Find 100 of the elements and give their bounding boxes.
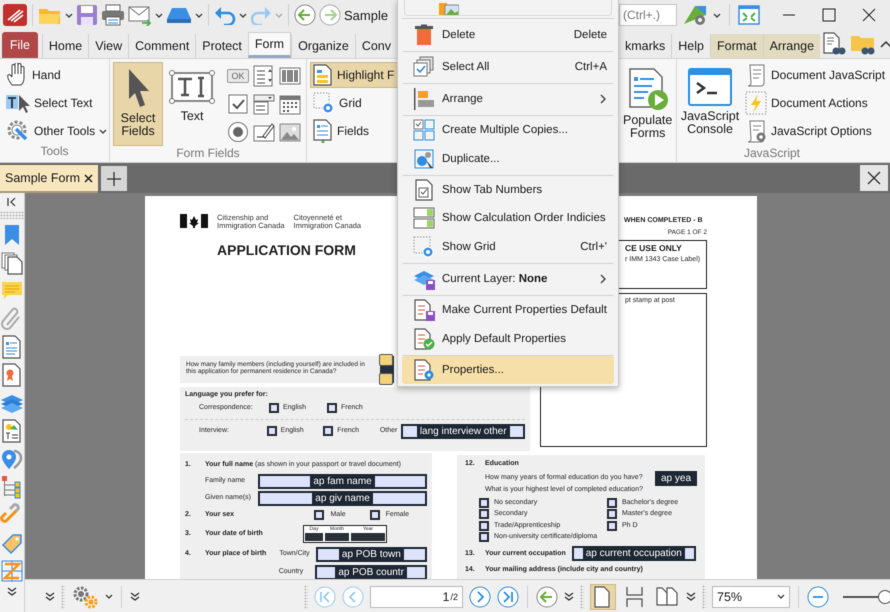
menu-item[interactable]: Show Tab Numbers [402,176,614,204]
email-icon[interactable] [128,4,152,26]
combo-box-icon[interactable] [253,93,275,115]
maximize-icon[interactable] [822,8,836,22]
undo-icon[interactable] [214,5,236,25]
barcode-icon[interactable] [279,65,301,87]
tool-button[interactable]: Text [165,62,219,146]
zoom-out-icon[interactable] [807,586,829,608]
grip-handle[interactable] [0,211,24,219]
close-document-button[interactable] [860,165,888,191]
slider-thumb[interactable] [878,590,890,604]
checkbox[interactable] [479,520,489,531]
back-icon[interactable] [536,586,558,608]
document-search-icon[interactable] [822,32,846,56]
tool-button[interactable]: JavaScript Console [680,62,740,146]
checkbox[interactable] [479,498,489,508]
collapse-panel-icon[interactable] [7,197,17,207]
form-field[interactable]: ap current occupation [572,546,696,562]
ribbon-tab[interactable]: kmarks [619,34,672,58]
menu-item[interactable]: Show Grid Ctrl+' [402,232,614,264]
page-layout-button[interactable] [590,584,616,610]
menu-item[interactable]: Create Multiple Copies... [402,116,614,144]
calendar-icon[interactable] [279,93,301,115]
close-icon[interactable] [862,8,876,22]
more-icon[interactable] [686,592,696,601]
tool-button[interactable]: Document JavaScript [742,62,888,88]
caret-icon[interactable] [105,593,113,600]
menu-item[interactable]: Show Calculation Order Indicies [402,204,614,232]
checkbox[interactable] [266,426,277,436]
form-field[interactable]: ap giv name [258,491,427,506]
ribbon-tab[interactable]: Arrange [762,34,820,58]
tool-button[interactable]: Fields [310,118,400,144]
checkbox[interactable] [607,498,617,508]
checkbox[interactable] [323,426,334,436]
document-tab[interactable]: Sample Form [0,165,98,193]
ribbon-tab[interactable]: File [2,32,38,58]
form-field[interactable]: ap POB countr [315,564,427,579]
ribbon-tab[interactable]: Organize [291,34,355,58]
grip-handle[interactable] [580,584,584,608]
ribbon-tab[interactable]: Format [710,34,763,58]
tool-button[interactable]: Select Text [3,90,96,116]
list-box-icon[interactable] [253,65,275,87]
form-field[interactable]: lang interview other [401,424,525,439]
grip-handle[interactable] [61,584,65,608]
checkbox[interactable] [327,403,337,414]
checkbox[interactable] [479,532,489,542]
checkbox-icon[interactable] [227,93,249,115]
ribbon-tab[interactable]: Comment [128,34,196,58]
push-button-tool[interactable]: OK [227,69,248,83]
ribbon-tab[interactable]: Home [42,34,88,58]
tool-button[interactable]: Highlight F [310,62,400,88]
checkbox[interactable] [479,509,489,520]
menu-item[interactable]: Select All Ctrl+A [402,52,614,84]
tool-button[interactable]: Other Tools [3,118,110,144]
zoom-select[interactable]: 75% [712,586,790,608]
printer-icon[interactable] [101,4,125,26]
menu-item[interactable]: Current Layer: None [402,264,614,296]
collapse-ribbon-icon[interactable] [880,40,890,48]
page-number-field[interactable]: 1/2 [370,586,463,608]
checkbox[interactable] [269,403,279,414]
back-icon[interactable] [294,4,316,26]
menu-item[interactable]: Make Current Properties Default [402,296,614,324]
checkbox[interactable] [607,509,617,520]
app-logo-icon[interactable] [3,4,27,26]
radio-button-icon[interactable] [227,121,249,143]
signature-icon[interactable] [253,121,275,143]
search-field[interactable]: (Ctrl+.) [619,4,677,26]
tool-button[interactable]: Select Fields [113,62,164,146]
checkbox[interactable] [607,520,617,531]
grip-handle[interactable] [304,584,308,608]
grip-handle[interactable] [702,584,706,608]
menu-item[interactable]: Properties... [402,356,614,384]
close-icon[interactable] [84,174,94,182]
more-icon[interactable] [130,592,140,601]
tool-button[interactable]: Document Actions [742,90,871,116]
tool-button[interactable]: JavaScript Options [742,118,875,144]
tool-button[interactable]: Hand [3,62,64,88]
more-icon[interactable] [7,587,17,596]
fullscreen-icon[interactable] [738,5,760,25]
scanner-icon[interactable] [166,5,192,25]
tool-button[interactable]: Populate Forms [622,62,674,146]
menu-item[interactable]: Duplicate... [402,144,614,176]
form-field[interactable]: ap yea [655,471,697,486]
checkbox[interactable] [314,510,324,520]
ribbon-tab[interactable]: View [88,34,128,58]
tool-button[interactable]: Grid [310,90,400,116]
form-field[interactable]: ap fam name [258,474,427,489]
last-page-icon[interactable] [497,586,519,608]
ribbon-settings-icon[interactable] [683,4,707,26]
menu-item[interactable]: Delete Delete [402,20,614,52]
more-icon[interactable] [564,592,574,601]
gears-icon[interactable] [71,584,99,608]
selected-form-field[interactable] [380,356,394,383]
menu-item[interactable]: Arrange [402,84,614,116]
save-icon[interactable] [76,4,98,26]
more-icon[interactable] [45,592,55,601]
checkbox[interactable] [370,510,380,520]
form-field[interactable]: ap POB town [316,546,427,562]
next-page-icon[interactable] [469,586,491,608]
ribbon-tab[interactable]: Form [248,32,292,58]
